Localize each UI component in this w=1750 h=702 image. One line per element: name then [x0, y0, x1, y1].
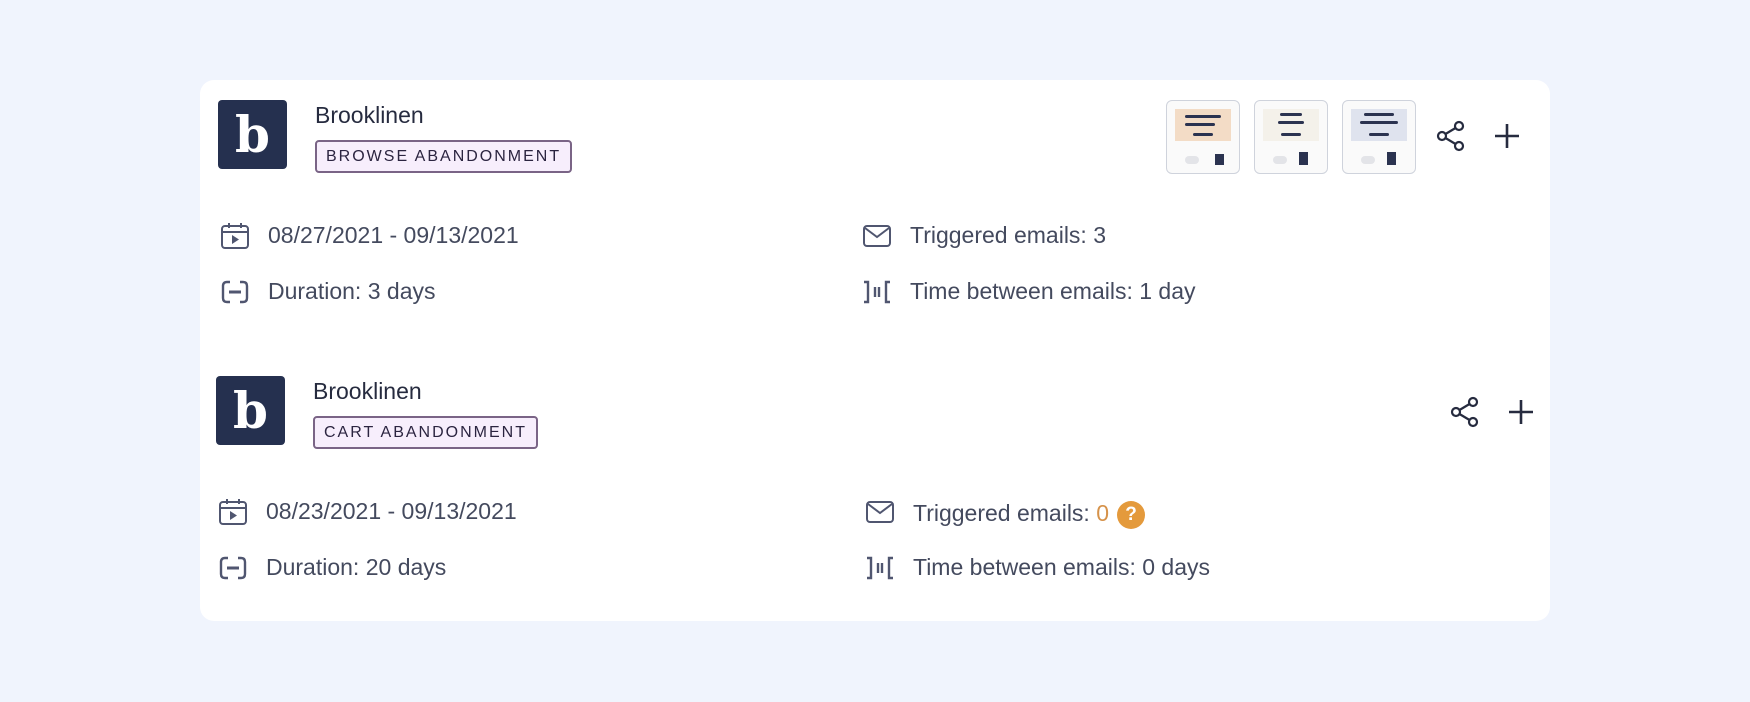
calendar-play-icon	[219, 499, 247, 525]
duration: Duration: 20 days	[266, 554, 447, 580]
share-button[interactable]	[1435, 120, 1467, 152]
triggered-count: 3	[1093, 222, 1107, 248]
triggered-label: Triggered emails:	[913, 500, 1097, 526]
email-thumbnail[interactable]	[1342, 100, 1416, 174]
add-button[interactable]	[1491, 120, 1523, 152]
help-icon[interactable]: ?	[1117, 500, 1146, 529]
email-thumbnail[interactable]	[1254, 100, 1328, 174]
brand-logo: b	[218, 100, 287, 169]
duration-icon	[221, 280, 249, 304]
time-between-emails: Time between emails: 0 days	[913, 554, 1211, 580]
brand-name[interactable]: Brooklinen	[315, 102, 424, 129]
brand-name[interactable]: Brooklinen	[313, 378, 422, 405]
campaign-type-badge: CART ABANDONMENT	[313, 416, 538, 449]
plus-icon	[1509, 400, 1533, 424]
mail-icon	[866, 501, 894, 523]
share-icon	[1436, 120, 1465, 152]
campaign-list-panel: b Brooklinen BROWSE ABANDONMENT 08/27/20…	[200, 80, 1550, 621]
add-button[interactable]	[1505, 396, 1537, 428]
email-thumbnail[interactable]	[1166, 100, 1240, 174]
date-range: 08/27/2021 - 09/13/2021	[268, 222, 519, 248]
calendar-play-icon	[221, 223, 249, 249]
triggered-emails: Triggered emails: 0?	[913, 498, 1146, 529]
interval-icon	[867, 556, 893, 580]
triggered-count: 0	[1096, 500, 1110, 526]
campaign-type-badge: BROWSE ABANDONMENT	[315, 140, 573, 173]
interval-icon	[864, 280, 890, 304]
mail-icon	[863, 225, 891, 247]
plus-icon	[1495, 124, 1519, 148]
triggered-label: Triggered emails:	[910, 222, 1094, 248]
share-button[interactable]	[1449, 396, 1481, 428]
duration-icon	[219, 556, 247, 580]
duration: Duration: 3 days	[268, 278, 436, 304]
share-icon	[1450, 396, 1479, 428]
triggered-emails: Triggered emails: 3	[910, 220, 1106, 250]
date-range: 08/23/2021 - 09/13/2021	[266, 498, 517, 524]
brand-logo: b	[216, 376, 285, 445]
time-between-emails: Time between emails: 1 day	[910, 278, 1196, 304]
